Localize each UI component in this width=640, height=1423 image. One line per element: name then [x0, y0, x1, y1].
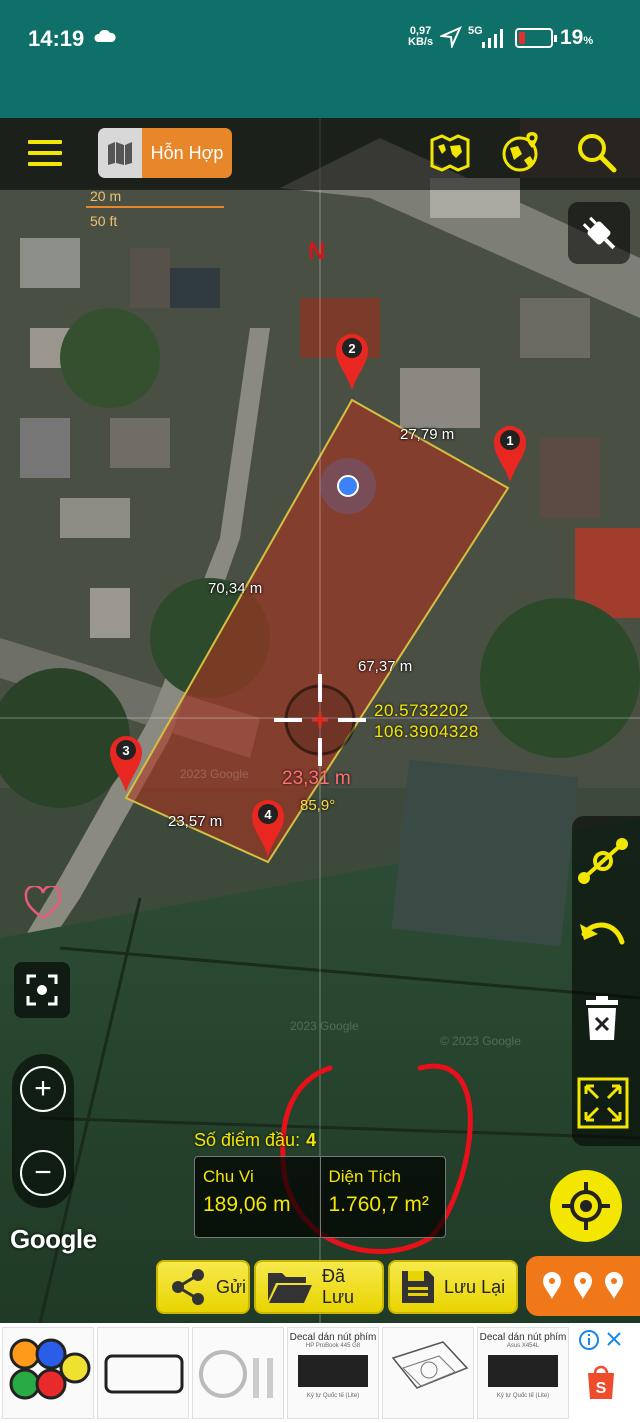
delete-icon[interactable]: [584, 996, 620, 1042]
side-length-3-4: 23,57 m: [168, 813, 223, 830]
product-image: [9, 1338, 91, 1400]
undo-icon[interactable]: [578, 916, 628, 962]
close-icon[interactable]: [604, 1329, 624, 1349]
location-arrow-icon: [440, 26, 462, 48]
battery-percent: 19%: [560, 26, 594, 49]
connect-button[interactable]: [568, 202, 630, 264]
target-icon: [562, 1182, 610, 1230]
svg-text:2: 2: [348, 341, 355, 356]
zoom-in-button[interactable]: +: [20, 1066, 66, 1112]
gps-locate-button[interactable]: [550, 1170, 622, 1242]
expand-icon[interactable]: [576, 1076, 630, 1130]
product-image: [391, 1341, 469, 1389]
current-segment-angle: 85,9°: [300, 797, 336, 814]
top-toolbar: [0, 118, 640, 190]
share-icon: [172, 1269, 204, 1305]
focus-frame-icon: [26, 974, 58, 1006]
markers-button[interactable]: [526, 1256, 640, 1316]
ad-item-indicator-lights[interactable]: [2, 1327, 94, 1419]
map-watermark: 2023 Google: [180, 767, 249, 781]
info-icon[interactable]: [578, 1329, 600, 1351]
keyboard-image: [298, 1355, 368, 1387]
menu-button[interactable]: [28, 140, 62, 166]
signal-icon: [482, 29, 503, 48]
compass-north: N: [308, 238, 326, 265]
ad-side: S: [572, 1327, 638, 1419]
marker-pin-1[interactable]: 1: [492, 424, 528, 484]
battery-icon: [515, 28, 557, 48]
marker-pin-4[interactable]: 4: [250, 798, 286, 858]
map-watermark: 2023 Google: [290, 1019, 359, 1033]
ad-item-keyboard-decal-hp[interactable]: Decal dán nút phím HP ProBook 445 G8 Ký …: [287, 1327, 379, 1419]
send-button[interactable]: Gửi: [156, 1260, 250, 1314]
folder-icon: [267, 1273, 312, 1303]
area-label: Diện Tích: [328, 1167, 401, 1186]
floppy-disk-icon: [402, 1271, 434, 1303]
ad-banner[interactable]: Decal dán nút phím HP ProBook 445 G8 Ký …: [0, 1323, 640, 1423]
line-tool-icon[interactable]: [576, 834, 630, 888]
globe-pin-icon[interactable]: [500, 130, 544, 174]
google-logo: Google: [10, 1224, 97, 1254]
area-cell: Diện Tích 1.760,7 m²: [319, 1157, 446, 1237]
crosshair-icon: [274, 674, 366, 766]
crosshair-coordinates: 20.5732202 106.3904328: [374, 701, 479, 741]
status-time: 14:19: [28, 26, 85, 51]
side-length-1-2: 27,79 m: [400, 426, 455, 443]
network-speed: 0,97 KB/s: [408, 25, 434, 48]
map-type-label: Hỗn Hợp: [142, 128, 232, 178]
send-label: Gửi: [216, 1276, 247, 1297]
fit-screen-button[interactable]: [14, 962, 70, 1018]
keyboard-image: [488, 1355, 558, 1387]
perimeter-label: Chu Vi: [203, 1167, 254, 1186]
ad-item-diagram[interactable]: [382, 1327, 474, 1419]
marker-pin-2[interactable]: 2: [334, 332, 370, 392]
save-label: Lưu Lại: [444, 1276, 506, 1297]
perimeter-value: 189,06 m: [203, 1193, 291, 1216]
svg-text:1: 1: [506, 433, 513, 448]
pin-icon: [543, 1272, 561, 1299]
marker-pin-3[interactable]: 3: [108, 734, 144, 794]
zoom-controls: + −: [12, 1054, 74, 1208]
product-image: [199, 1350, 273, 1398]
current-location-dot: [320, 458, 376, 514]
current-segment-length: 23,31 m: [282, 768, 351, 789]
saved-label: Đã Lưu: [321, 1266, 355, 1307]
map-type-button[interactable]: Hỗn Hợp: [98, 128, 232, 178]
scale-imperial: 50 ft: [90, 213, 118, 229]
cloud-icon: [94, 30, 116, 42]
plug-icon: [582, 216, 616, 250]
svg-text:S: S: [596, 1380, 607, 1397]
pin-icon: [605, 1272, 623, 1299]
point-count: Số điểm đầu: 4: [194, 1130, 317, 1150]
product-image: [104, 1354, 184, 1394]
side-length-2-3: 70,34 m: [208, 580, 263, 597]
ad-item-keyboard-decal-asus[interactable]: Decal dán nút phím Asus X454L Ký tự Quốc…: [477, 1327, 569, 1419]
side-length-4-1: 67,37 m: [358, 658, 413, 675]
svg-text:3: 3: [122, 743, 129, 758]
ad-item-cable[interactable]: [192, 1327, 284, 1419]
ad-item-screen-protector[interactable]: [97, 1327, 189, 1419]
perimeter-cell: Chu Vi 189,06 m: [195, 1157, 320, 1237]
zoom-out-button[interactable]: −: [20, 1150, 66, 1196]
saved-button[interactable]: Đã Lưu: [254, 1260, 384, 1314]
world-map-icon[interactable]: [428, 130, 472, 174]
map-layers-icon: [98, 128, 142, 178]
pin-icon: [574, 1272, 592, 1299]
search-icon[interactable]: [574, 130, 618, 174]
shopee-icon: S: [588, 1365, 614, 1399]
measurement-summary: Chu Vi 189,06 m Diện Tích 1.760,7 m²: [194, 1156, 446, 1238]
scale-bar: [86, 206, 224, 208]
heart-icon[interactable]: [24, 886, 62, 920]
save-button[interactable]: Lưu Lại: [388, 1260, 518, 1314]
area-value: 1.760,7 m²: [328, 1193, 429, 1216]
status-bar: 14:19 0,97 KB/s 5G 19%: [0, 0, 640, 118]
svg-text:4: 4: [264, 807, 272, 822]
scale-metric: 20 m: [90, 188, 122, 204]
map-watermark: © 2023 Google: [440, 1034, 521, 1048]
